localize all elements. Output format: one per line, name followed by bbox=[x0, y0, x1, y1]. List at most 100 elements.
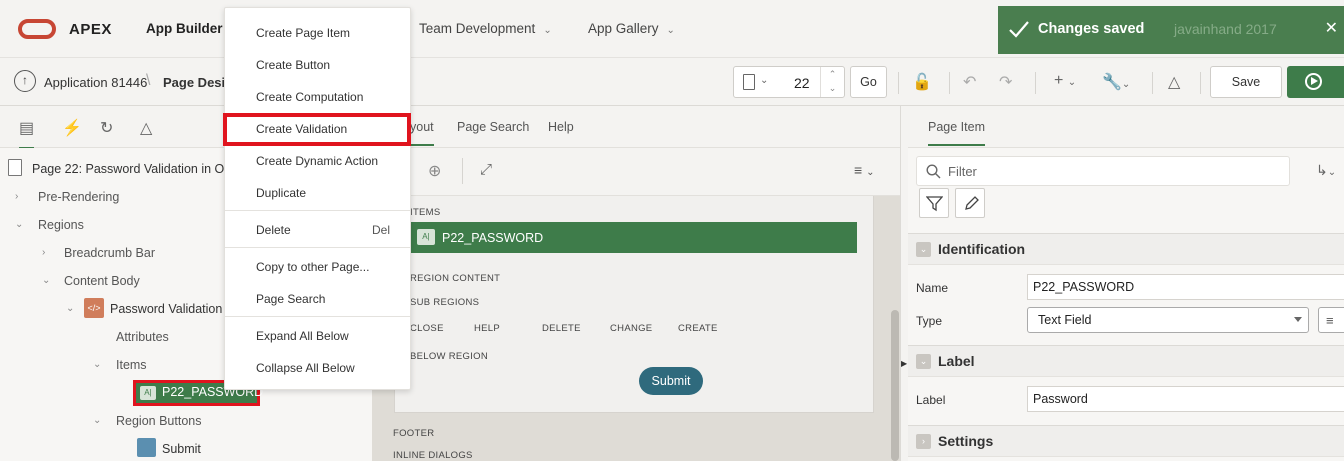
page-icon bbox=[8, 159, 22, 176]
delete-shortcut: Del bbox=[371, 223, 390, 237]
layout-submit-button[interactable]: Submit bbox=[639, 367, 703, 395]
prop-label-label: Label bbox=[916, 393, 946, 407]
plus-icon[interactable]: + ⌄ bbox=[1054, 72, 1076, 90]
shared-components-icon[interactable]: △ bbox=[1168, 72, 1180, 92]
nav-app-gallery[interactable]: App Gallery ⌄ bbox=[588, 21, 675, 36]
tree-region-password-validation[interactable]: Password Validation bbox=[110, 302, 222, 316]
position-close[interactable]: CLOSE bbox=[410, 323, 444, 334]
prop-name-input[interactable]: P22_PASSWORD bbox=[1027, 274, 1344, 300]
menu-item-duplicate[interactable]: Duplicate bbox=[256, 186, 306, 200]
nav-team-development[interactable]: Team Development ⌄ bbox=[419, 21, 552, 36]
chevron-down-icon[interactable]: ⌄ bbox=[916, 354, 931, 369]
arrow-up-icon[interactable]: ↑ bbox=[14, 70, 36, 92]
chevron-down-icon[interactable]: ⌄ bbox=[66, 303, 74, 314]
code-icon: </> bbox=[84, 298, 104, 318]
position-help[interactable]: HELP bbox=[474, 323, 500, 334]
chevron-right-icon[interactable]: › bbox=[15, 191, 18, 202]
redo-icon[interactable]: ↷ bbox=[999, 72, 1012, 92]
tree-pre-rendering[interactable]: Pre-Rendering bbox=[38, 190, 119, 204]
highlight-box bbox=[223, 113, 411, 146]
menu-item-create-button[interactable]: Create Button bbox=[256, 58, 330, 72]
chevron-down-icon[interactable]: ⌄ bbox=[916, 242, 931, 257]
chevron-down-icon[interactable]: ⌄ bbox=[42, 275, 50, 286]
pencil-icon bbox=[965, 196, 979, 210]
oracle-logo-icon[interactable] bbox=[18, 19, 56, 39]
funnel-icon bbox=[926, 196, 943, 212]
chevron-down-icon[interactable]: ⌄ bbox=[93, 359, 101, 370]
breadcrumb-application[interactable]: Application 81446 bbox=[44, 75, 147, 90]
lock-icon[interactable]: 🔓 bbox=[912, 72, 932, 92]
undo-icon[interactable]: ↶ bbox=[963, 72, 976, 92]
position-change[interactable]: CHANGE bbox=[610, 323, 652, 334]
save-button[interactable]: Save bbox=[1210, 66, 1282, 98]
tab-help[interactable]: Help bbox=[548, 120, 574, 134]
chevron-down-icon: ⌄ bbox=[543, 25, 552, 36]
prop-label-input[interactable]: Password bbox=[1027, 386, 1344, 412]
expand-icon[interactable]: ⤢ bbox=[480, 161, 492, 178]
brand-name[interactable]: APEX bbox=[69, 21, 112, 38]
section-label[interactable]: ⌄ Label bbox=[908, 345, 1344, 377]
nav-app-builder[interactable]: App Builder bbox=[146, 21, 223, 36]
center-pane-tabs: yout Page Search Help bbox=[372, 106, 908, 148]
rendering-tab-icon[interactable]: ▤ bbox=[19, 118, 35, 149]
list-options-button[interactable]: ≡ bbox=[1318, 307, 1344, 333]
menu-item-create-computation[interactable]: Create Computation bbox=[256, 90, 363, 104]
tab-layout[interactable]: yout bbox=[410, 120, 434, 146]
prop-type-label: Type bbox=[916, 314, 943, 328]
prop-type-select[interactable]: Text Field bbox=[1027, 307, 1309, 333]
toolbar-divider bbox=[1152, 72, 1153, 94]
menu-icon[interactable]: ≡ ⌄ bbox=[854, 162, 874, 178]
section-settings[interactable]: › Settings bbox=[908, 425, 1344, 457]
tree-content-body[interactable]: Content Body bbox=[64, 274, 140, 288]
page-selector[interactable]: ⌄ 22 ⌃ ⌄ bbox=[733, 66, 845, 98]
position-create[interactable]: CREATE bbox=[678, 323, 718, 334]
chevron-down-icon[interactable]: ⌄ bbox=[760, 75, 768, 86]
pane-splitter[interactable] bbox=[900, 106, 908, 461]
tree-region-buttons[interactable]: Region Buttons bbox=[116, 414, 201, 428]
close-icon[interactable]: ✕ bbox=[1325, 18, 1338, 38]
chevron-down-icon[interactable]: ⌄ bbox=[15, 219, 23, 230]
menu-item-expand-all-below[interactable]: Expand All Below bbox=[256, 329, 349, 343]
run-button[interactable] bbox=[1287, 66, 1344, 98]
filter-funnel-button[interactable] bbox=[919, 188, 949, 218]
tree-regions[interactable]: Regions bbox=[38, 218, 84, 232]
tree-page-node[interactable]: Page 22: Password Validation in Ora bbox=[32, 162, 235, 176]
zoom-in-icon[interactable]: ⊕ bbox=[428, 161, 441, 181]
go-button[interactable]: Go bbox=[850, 66, 887, 98]
menu-item-copy-to-other-page[interactable]: Copy to other Page... bbox=[256, 260, 369, 274]
context-menu: Create Page Item Create Button Create Co… bbox=[224, 7, 411, 390]
tab-page-item[interactable]: Page Item bbox=[928, 120, 985, 146]
tree-items[interactable]: Items bbox=[116, 358, 147, 372]
tree-breadcrumb-bar[interactable]: Breadcrumb Bar bbox=[64, 246, 155, 260]
check-icon bbox=[1009, 21, 1029, 38]
processing-tab-icon[interactable]: ↻ bbox=[100, 118, 113, 138]
menu-item-collapse-all-below[interactable]: Collapse All Below bbox=[256, 361, 355, 375]
menu-item-page-search[interactable]: Page Search bbox=[256, 292, 325, 306]
chevron-right-icon[interactable]: › bbox=[42, 247, 45, 258]
dynamic-actions-tab-icon[interactable]: ⚡ bbox=[62, 118, 82, 138]
wrench-icon[interactable]: 🔧⌄ bbox=[1102, 72, 1130, 92]
page-number-input[interactable]: 22 bbox=[794, 75, 810, 91]
tree-submit[interactable]: Submit bbox=[162, 442, 201, 456]
chevron-down-icon[interactable]: ⌄ bbox=[93, 415, 101, 426]
menu-item-create-page-item[interactable]: Create Page Item bbox=[256, 26, 350, 40]
splitter-arrow-icon[interactable]: ▶ bbox=[901, 359, 907, 368]
scrollbar[interactable] bbox=[891, 310, 899, 461]
position-delete[interactable]: DELETE bbox=[542, 323, 581, 334]
shared-components-tab-icon[interactable]: △ bbox=[140, 118, 152, 138]
tree-attributes[interactable]: Attributes bbox=[116, 330, 169, 344]
layout-item-p22-password[interactable]: A| P22_PASSWORD bbox=[411, 222, 857, 253]
toast-message: Changes saved bbox=[1038, 21, 1145, 37]
tab-page-search[interactable]: Page Search bbox=[457, 120, 529, 134]
section-identification[interactable]: ⌄ Identification bbox=[908, 233, 1344, 265]
menu-item-delete[interactable]: Delete bbox=[256, 223, 291, 237]
menu-item-create-dynamic-action[interactable]: Create Dynamic Action bbox=[256, 154, 378, 168]
chevron-right-icon[interactable]: › bbox=[916, 434, 931, 449]
chevron-down-icon: ⌄ bbox=[666, 25, 675, 36]
button-icon bbox=[137, 438, 156, 457]
prop-name-label: Name bbox=[916, 281, 949, 295]
go-to-group-icon[interactable]: ↳⌄ bbox=[1316, 162, 1336, 179]
page-spinner[interactable]: ⌃ ⌄ bbox=[820, 67, 844, 97]
edit-button[interactable] bbox=[955, 188, 985, 218]
filter-input[interactable]: Filter bbox=[916, 156, 1290, 186]
